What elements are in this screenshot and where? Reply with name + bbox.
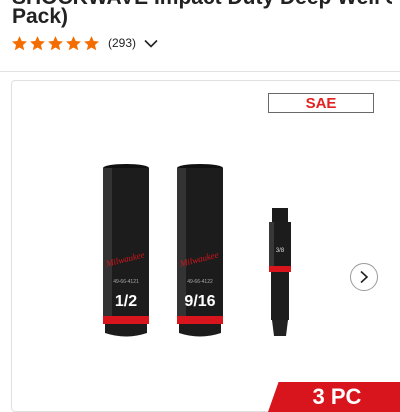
- pack-count-label: 3 PC: [312, 384, 362, 409]
- socket-9-16: Milwaukee 49-66-4122 9/16: [177, 164, 223, 337]
- product-image: Milwaukee 49-66-4121 1/2 Milwaukee 49-66…: [103, 164, 291, 337]
- socket-size-label: 1/2: [115, 293, 137, 310]
- socket-adapter: 3/8: [269, 208, 291, 336]
- chevron-right-icon: [360, 270, 369, 284]
- socket-part-number: 49-66-4122: [187, 279, 213, 285]
- sae-badge: SAE: [268, 93, 374, 113]
- carousel-next-button[interactable]: [350, 263, 378, 291]
- socket-1-2: Milwaukee 49-66-4121 1/2: [103, 164, 149, 337]
- socket-part-number: 49-66-4121: [113, 279, 139, 285]
- socket-size-label: 9/16: [184, 293, 215, 310]
- adapter-size-label: 3/8: [276, 248, 285, 254]
